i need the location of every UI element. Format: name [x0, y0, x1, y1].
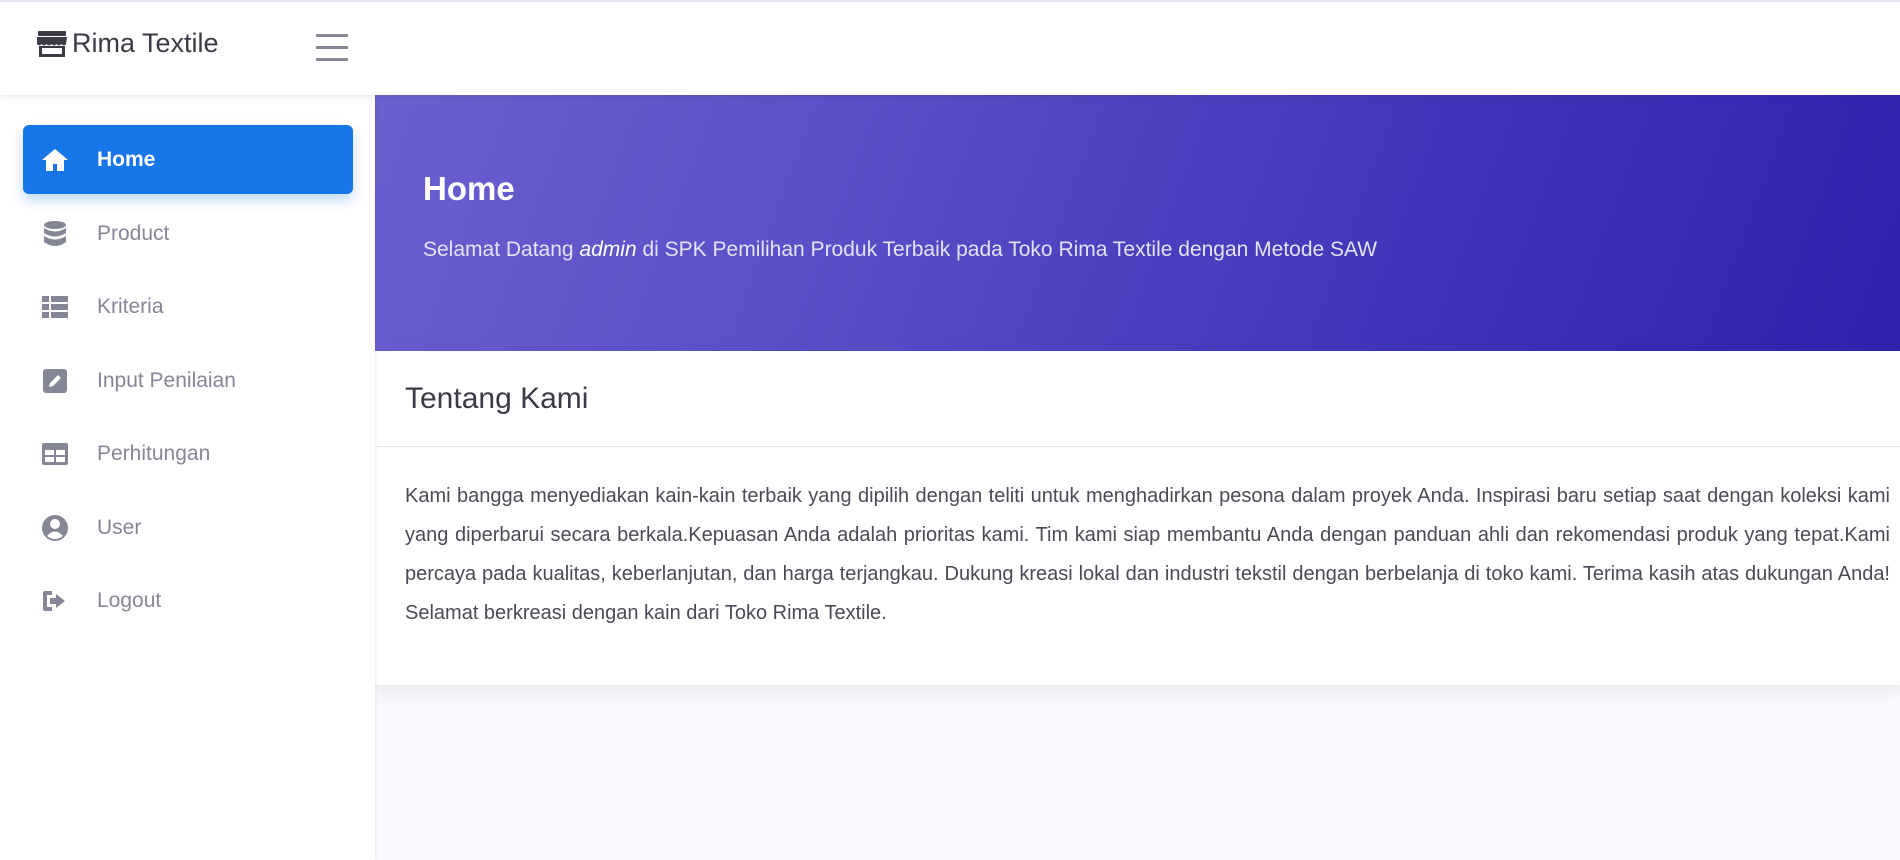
sign-out-icon [40, 586, 70, 616]
edit-icon [40, 366, 70, 396]
sidebar-item-label: Perhitungan [97, 441, 211, 465]
sidebar-item-label: Kriteria [97, 294, 164, 318]
home-icon [40, 145, 70, 175]
hamburger-icon[interactable] [316, 34, 348, 61]
user-circle-icon [40, 513, 70, 543]
sidebar-item-input-penilaian[interactable]: Input Penilaian [23, 346, 353, 415]
sidebar-item-home[interactable]: Home [23, 125, 353, 194]
sidebar-item-perhitungan[interactable]: Perhitungan [23, 419, 353, 488]
brand-name: Rima Textile [72, 28, 219, 58]
about-text: Kami bangga menyediakan kain-kain terbai… [405, 485, 1890, 624]
welcome-prefix: Selamat Datang [423, 238, 580, 261]
card-header: Tentang Kami [375, 351, 1900, 447]
card-body: Kami bangga menyediakan kain-kain terbai… [375, 447, 1900, 633]
database-icon [40, 219, 70, 249]
sidebar-item-label: Home [97, 147, 156, 171]
sidebar-item-label: Product [97, 221, 170, 245]
sidebar-item-logout[interactable]: Logout [23, 566, 353, 635]
brand[interactable]: Rima Textile [36, 28, 219, 59]
card-title: Tentang Kami [405, 381, 589, 415]
list-icon [40, 292, 70, 322]
top-navbar: Rima Textile [0, 0, 1900, 95]
store-icon [36, 30, 68, 58]
sidebar: Home Product Kriteria Input Penilaian Pe… [0, 95, 375, 860]
about-card: Tentang Kami Kami bangga menyediakan kai… [375, 351, 1900, 685]
welcome-suffix: di SPK Pemilihan Produk Terbaik pada Tok… [636, 238, 1378, 261]
welcome-message: Selamat Datang admin di SPK Pemilihan Pr… [423, 238, 1377, 262]
table-icon [40, 439, 70, 469]
page-title: Home [423, 170, 515, 207]
sidebar-item-label: Input Penilaian [97, 368, 236, 392]
sidebar-item-label: Logout [97, 588, 162, 612]
sidebar-item-kriteria[interactable]: Kriteria [23, 272, 353, 341]
sidebar-item-user[interactable]: User [23, 493, 353, 562]
sidebar-item-label: User [97, 515, 142, 539]
page-header: Home Selamat Datang admin di SPK Pemilih… [375, 95, 1900, 351]
sidebar-item-product[interactable]: Product [23, 199, 353, 268]
username: admin [579, 238, 637, 261]
